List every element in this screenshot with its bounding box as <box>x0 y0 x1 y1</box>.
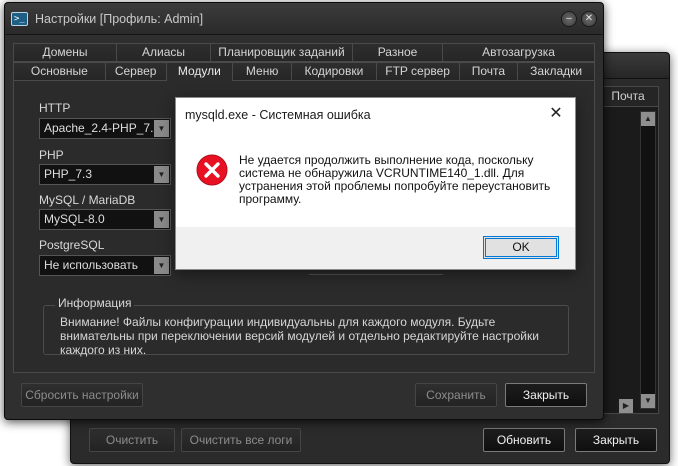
tab-mail[interactable]: Почта <box>459 62 519 81</box>
dialog-title: mysqld.exe - Системная ошибка <box>185 108 371 122</box>
mysql-select-value: MySQL-8.0 <box>44 212 105 226</box>
scroll-down-icon[interactable]: ▼ <box>641 394 655 408</box>
chevron-down-icon[interactable]: ▼ <box>154 211 169 228</box>
clear-button[interactable]: Очистить <box>89 428 175 452</box>
tab-scheduler[interactable]: Планировщик заданий <box>211 43 353 62</box>
http-label: HTTP <box>39 101 71 115</box>
chevron-down-icon[interactable]: ▼ <box>154 257 169 274</box>
dialog-message: Не удается продолжить выполнение кода, п… <box>239 153 551 206</box>
tab-ftp-server[interactable]: FTP сервер <box>376 62 460 81</box>
tab-domains[interactable]: Домены <box>13 43 117 62</box>
info-text: Внимание! Файлы конфигурации индивидуаль… <box>60 315 539 357</box>
php-label: PHP <box>39 148 64 162</box>
scroll-right-icon[interactable]: ▶ <box>619 399 633 413</box>
vertical-scrollbar[interactable]: ▲ ▼ <box>640 111 656 409</box>
tabs-row-1: Домены Алиасы Планировщик заданий Разное… <box>13 43 595 62</box>
ok-button[interactable]: OK <box>483 236 559 259</box>
tab-encodings[interactable]: Кодировки <box>292 62 377 81</box>
chevron-down-icon[interactable]: ▼ <box>154 166 169 183</box>
reset-settings-button[interactable]: Сбросить настройки <box>21 383 143 407</box>
scroll-up-icon[interactable]: ▲ <box>641 112 655 126</box>
http-select[interactable]: Apache_2.4-PHP_7.2- ▼ <box>39 118 171 139</box>
terminal-app-icon: >_ <box>11 12 28 26</box>
dialog-footer: OK <box>176 227 575 269</box>
tab-server[interactable]: Сервер <box>105 62 167 81</box>
postgresql-select[interactable]: Не использовать ▼ <box>39 255 171 276</box>
settings-titlebar[interactable]: >_ Настройки [Профиль: Admin] – ✕ <box>5 3 603 35</box>
error-dialog: mysqld.exe - Системная ошибка ✕ Не удает… <box>175 97 576 270</box>
tab-mail-back[interactable]: Почта <box>597 86 659 106</box>
back-close-button[interactable]: Закрыть <box>575 428 657 452</box>
tab-misc[interactable]: Разное <box>353 43 443 62</box>
php-select[interactable]: PHP_7.3 ▼ <box>39 164 171 185</box>
tab-modules[interactable]: Модули <box>166 62 234 81</box>
mysql-label: MySQL / MariaDB <box>39 193 136 207</box>
save-button[interactable]: Сохранить <box>415 383 497 407</box>
php-select-value: PHP_7.3 <box>44 167 93 181</box>
tab-aliases[interactable]: Алиасы <box>117 43 211 62</box>
tab-autostart[interactable]: Автозагрузка <box>443 43 595 62</box>
tab-menu[interactable]: Меню <box>233 62 292 81</box>
log-list[interactable]: ▲ ▼ <box>597 106 659 414</box>
close-icon[interactable]: ✕ <box>581 11 597 27</box>
clear-all-logs-button[interactable]: Очистить все логи <box>181 428 301 452</box>
http-select-value: Apache_2.4-PHP_7.2- <box>44 121 165 135</box>
postgresql-label: PostgreSQL <box>39 238 105 252</box>
minimize-icon[interactable]: – <box>561 11 577 27</box>
refresh-button[interactable]: Обновить <box>483 428 565 452</box>
close-button[interactable]: Закрыть <box>505 383 587 407</box>
window-title: Настройки [Профиль: Admin] <box>35 12 204 26</box>
info-title: Информация <box>55 296 135 310</box>
mysql-select[interactable]: MySQL-8.0 ▼ <box>39 209 171 230</box>
close-icon[interactable]: ✕ <box>547 104 565 124</box>
tab-bookmarks[interactable]: Закладки <box>518 62 595 81</box>
postgresql-select-value: Не использовать <box>44 258 138 272</box>
chevron-down-icon[interactable]: ▼ <box>154 120 169 137</box>
tabs-row-2: Основные Сервер Модули Меню Кодировки FT… <box>13 62 595 81</box>
tab-general[interactable]: Основные <box>13 62 106 81</box>
error-icon <box>196 154 228 186</box>
